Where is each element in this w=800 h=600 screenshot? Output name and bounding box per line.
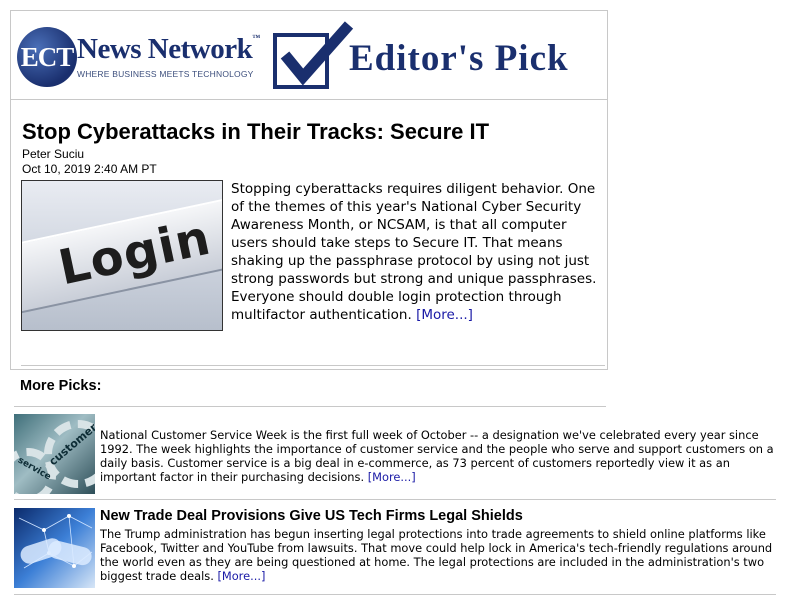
panel-bottom-divider: [21, 365, 605, 366]
featured-article-text: Stopping cyberattacks requires diligent …: [231, 181, 597, 323]
checkmark-icon: [280, 21, 354, 86]
pick-body-trade-deal: The Trump administration has begun inser…: [100, 527, 776, 583]
ect-logo-mark[interactable]: ECT: [17, 27, 77, 87]
pick-item-trade-deal: New Trade Deal Provisions Give US Tech F…: [14, 508, 776, 590]
featured-article-body: Stopping cyberattacks requires diligent …: [231, 180, 603, 324]
pick-item-customer-service: customer service National Customer Servi…: [14, 414, 776, 496]
article-date: Oct 10, 2019 2:40 AM PT: [22, 162, 157, 176]
customer-service-gears-image[interactable]: customer service: [14, 414, 95, 494]
login-key-image[interactable]: Login: [21, 180, 223, 331]
pick-title-trade-deal[interactable]: New Trade Deal Provisions Give US Tech F…: [100, 508, 523, 524]
editors-pick-panel: ECT News Network™ WHERE BUSINESS MEETS T…: [10, 10, 608, 370]
pick-body-customer-service: National Customer Service Week is the fi…: [100, 428, 776, 484]
featured-article-title[interactable]: Stop Cyberattacks in Their Tracks: Secur…: [22, 119, 489, 145]
featured-more-link[interactable]: [More...]: [416, 307, 473, 323]
logo-name-text: News Network: [77, 33, 253, 65]
more-picks-heading: More Picks:: [20, 378, 102, 394]
handshake-image[interactable]: [14, 508, 95, 588]
ect-logo-name[interactable]: News Network™: [77, 33, 260, 66]
pick-divider: [14, 499, 776, 500]
banner-title: Editor's Pick: [349, 38, 569, 79]
pick-more-link[interactable]: [More...]: [217, 569, 265, 583]
pick-text: National Customer Service Week is the fi…: [100, 428, 774, 484]
article-author: Peter Suciu: [22, 147, 85, 161]
pick-text: The Trump administration has begun inser…: [100, 527, 773, 583]
pick-more-link[interactable]: [More...]: [368, 470, 416, 484]
trademark-symbol: ™: [252, 33, 260, 42]
newsletter-header: ECT News Network™ WHERE BUSINESS MEETS T…: [11, 11, 607, 100]
more-picks-divider: [14, 406, 606, 407]
logo-tagline: WHERE BUSINESS MEETS TECHNOLOGY: [77, 69, 254, 79]
pick-divider: [14, 594, 776, 595]
